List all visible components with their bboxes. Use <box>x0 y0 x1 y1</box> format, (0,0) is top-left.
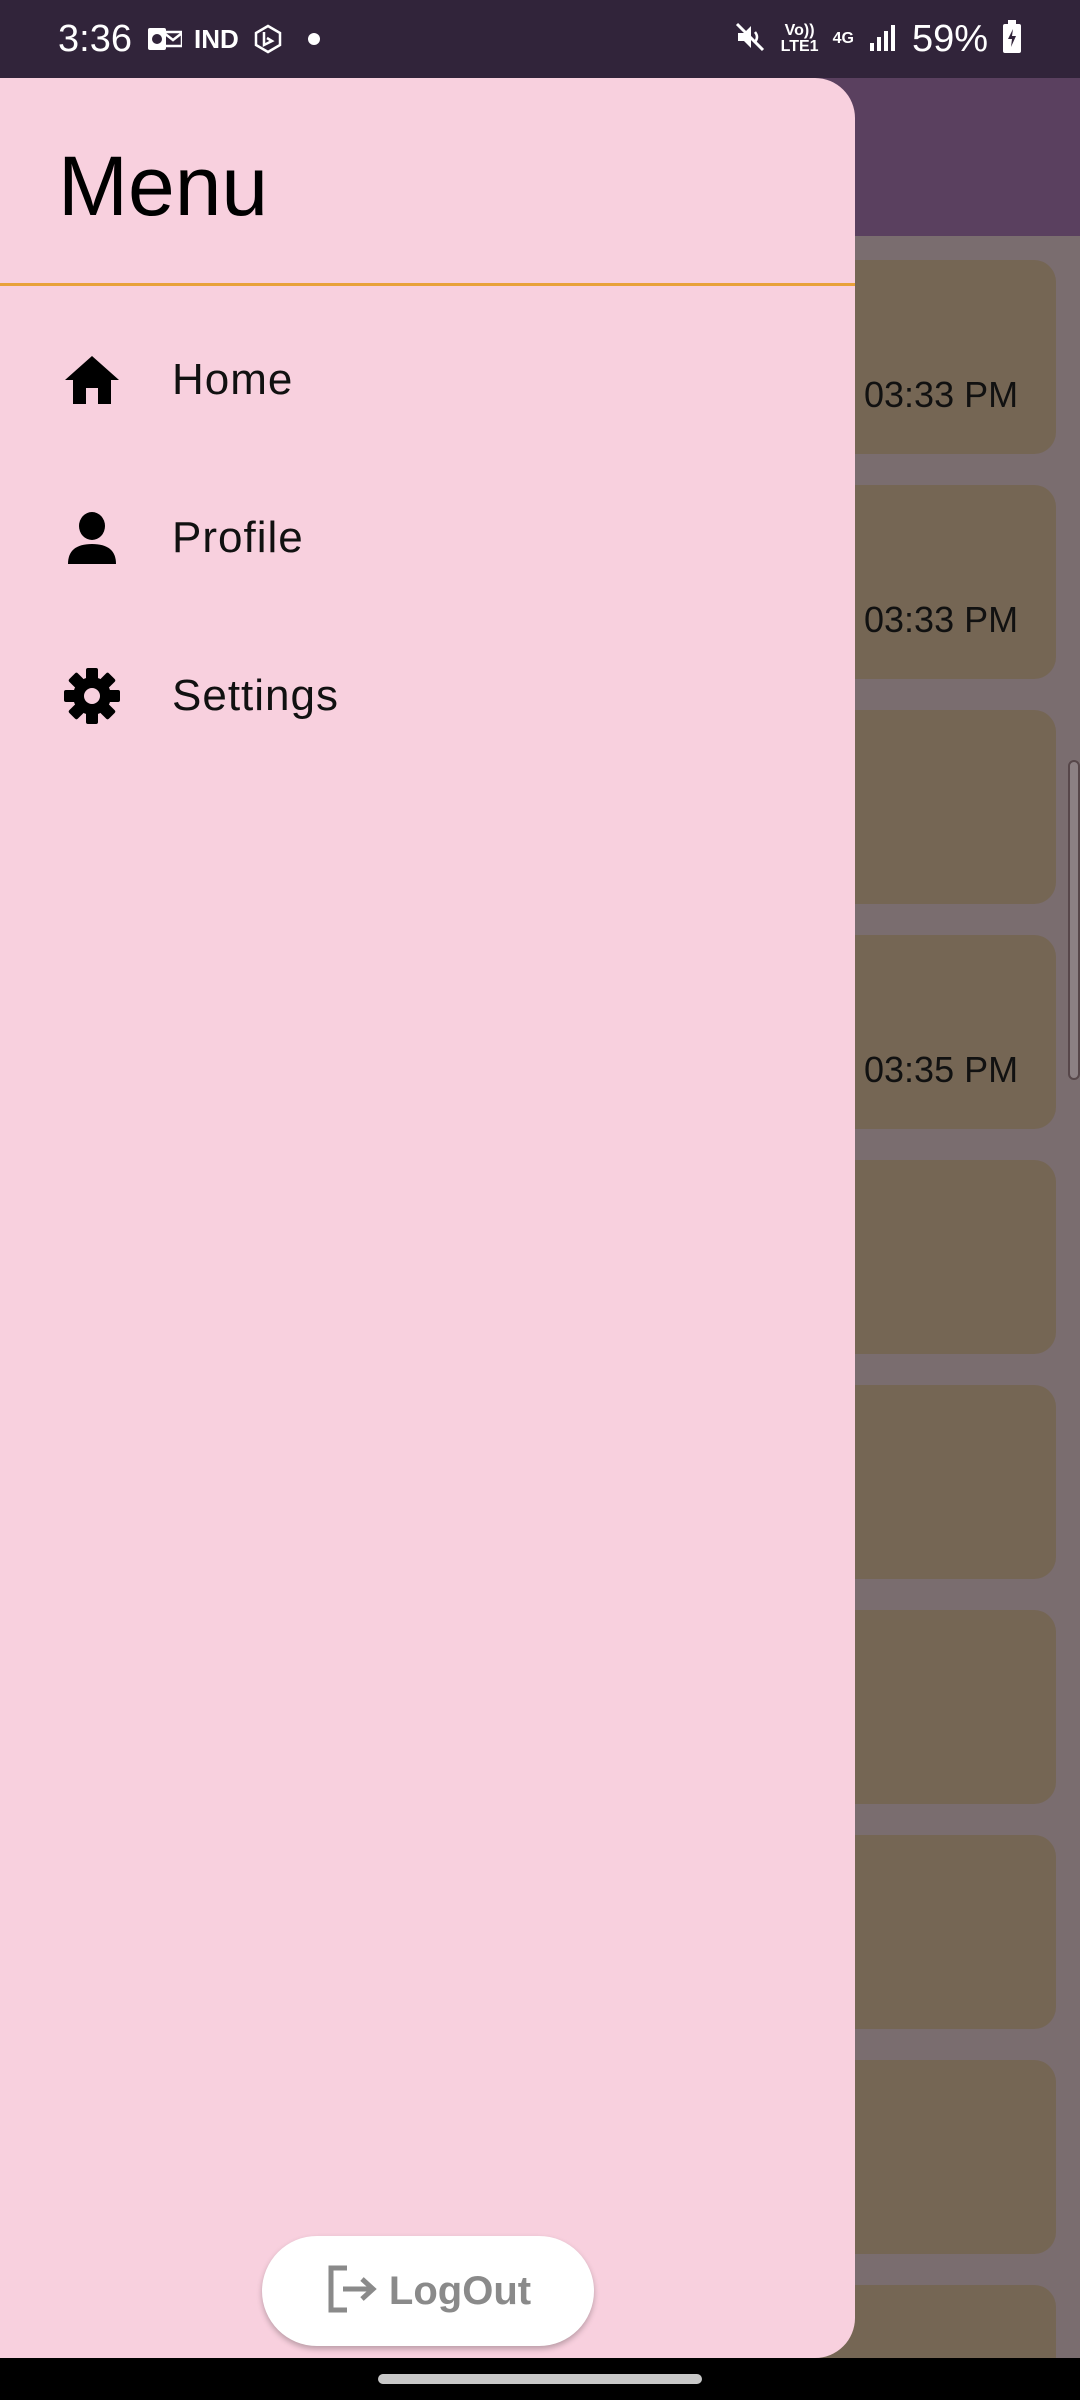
drawer-title: Menu <box>58 139 269 233</box>
battery-percent: 59% <box>911 17 988 60</box>
signal-icon <box>868 23 898 56</box>
network-type: 4G <box>832 30 854 47</box>
list-item[interactable] <box>820 1385 1056 1579</box>
list-item[interactable] <box>820 485 1056 679</box>
list-item[interactable] <box>820 1610 1056 1804</box>
logout-icon <box>325 2262 379 2321</box>
status-bar: 3:36 IND Vo)) LTE1 4G 59% <box>0 0 1080 78</box>
nav-item-label: Profile <box>172 513 304 562</box>
logout-label: LogOut <box>388 2268 532 2313</box>
navigation-drawer: Menu Home Profile Settings LogOut <box>0 78 855 2358</box>
notification-icons: IND <box>147 23 331 55</box>
item-time: 03:33 PM <box>864 599 1019 640</box>
drawer-header: Menu <box>0 78 855 286</box>
person-icon <box>60 506 124 570</box>
system-status: Vo)) LTE1 4G 59% <box>733 18 1022 61</box>
ind-icon: IND <box>193 23 239 54</box>
nav-item-label: Settings <box>172 671 339 720</box>
item-time: 03:33 PM <box>864 374 1019 415</box>
list-item[interactable] <box>820 260 1056 454</box>
volte-indicator: Vo)) LTE1 <box>780 22 819 55</box>
status-time: 3:36 <box>58 17 132 60</box>
item-time: 03:35 PM <box>864 1049 1019 1090</box>
list-item[interactable] <box>820 1160 1056 1354</box>
outlook-icon <box>147 24 182 54</box>
list-item[interactable] <box>820 710 1056 904</box>
list-item[interactable] <box>820 2285 1056 2358</box>
nav-item-profile[interactable]: Profile <box>0 468 855 608</box>
home-gesture-handle[interactable] <box>378 2374 702 2384</box>
bing-icon <box>251 24 285 54</box>
scrollbar[interactable] <box>1068 760 1080 1080</box>
list-item[interactable] <box>820 2060 1056 2254</box>
nav-item-home[interactable]: Home <box>0 310 855 450</box>
gear-icon <box>60 664 124 728</box>
logout-button[interactable]: LogOut <box>262 2236 594 2346</box>
mute-icon <box>733 20 767 59</box>
home-icon <box>60 348 124 412</box>
battery-icon <box>1002 19 1022 59</box>
list-item[interactable] <box>820 1835 1056 2029</box>
dot-icon <box>297 24 331 54</box>
nav-item-label: Home <box>172 355 294 404</box>
list-item[interactable] <box>820 935 1056 1129</box>
nav-item-settings[interactable]: Settings <box>0 626 855 766</box>
